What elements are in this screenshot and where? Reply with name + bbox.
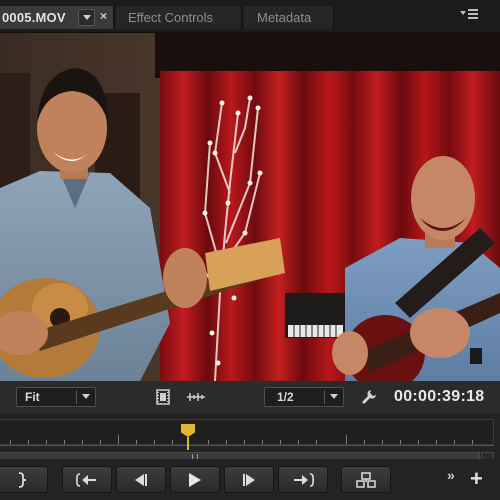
export-frame-button[interactable] xyxy=(341,466,391,493)
zoom-level-value: Fit xyxy=(25,390,40,404)
tab-metadata[interactable]: Metadata xyxy=(244,6,334,29)
video-frame-image xyxy=(0,33,500,381)
step-back-button[interactable] xyxy=(116,466,166,493)
step-forward-button[interactable] xyxy=(224,466,274,493)
tab-effect-controls[interactable]: Effect Controls xyxy=(116,6,242,29)
step-forward-icon xyxy=(243,473,255,486)
step-back-icon xyxy=(135,473,147,486)
mark-out-button[interactable] xyxy=(0,466,48,493)
go-to-in-button[interactable] xyxy=(62,466,112,493)
panel-tab-bar: 0005.MOV × Effect Controls Metadata xyxy=(0,0,500,33)
export-frame-icon xyxy=(356,471,376,488)
playback-resolution-select[interactable]: 1/2 xyxy=(264,387,344,407)
button-editor-add-icon[interactable]: + xyxy=(470,468,483,490)
playhead-timecode[interactable]: 00:00:39:18 xyxy=(394,388,484,406)
zoom-level-select[interactable]: Fit xyxy=(16,387,96,407)
tab-source-label: 0005.MOV xyxy=(2,10,66,25)
video-preview[interactable] xyxy=(0,33,500,381)
time-ruler[interactable] xyxy=(0,419,494,446)
source-dropdown-button[interactable] xyxy=(78,9,95,26)
chevron-down-icon xyxy=(330,394,338,399)
chevron-down-icon xyxy=(82,394,90,399)
source-timeline[interactable] xyxy=(0,413,500,464)
drag-video-film-icon[interactable] xyxy=(155,389,171,405)
play-button[interactable] xyxy=(170,466,220,493)
playhead-line xyxy=(187,437,189,450)
tab-effect-controls-label: Effect Controls xyxy=(128,10,214,25)
playback-resolution-value: 1/2 xyxy=(277,390,294,404)
go-to-out-button[interactable] xyxy=(278,466,328,493)
mark-out-brace-icon xyxy=(18,471,27,488)
play-icon xyxy=(189,472,201,487)
more-buttons-icon[interactable]: » xyxy=(447,467,455,483)
drag-audio-waveform-icon[interactable] xyxy=(187,391,205,403)
tab-source-monitor[interactable]: 0005.MOV × xyxy=(0,6,114,29)
go-to-in-icon xyxy=(76,472,96,487)
panel-menu-icon[interactable] xyxy=(460,9,480,23)
tab-metadata-label: Metadata xyxy=(257,10,312,25)
tab-close-icon[interactable]: × xyxy=(100,9,107,23)
wrench-settings-icon[interactable] xyxy=(360,388,378,406)
transport-controls: » + xyxy=(0,459,500,500)
monitor-controls-bar: Fit 1/2 00:00:39:18 xyxy=(0,381,500,413)
go-to-out-icon xyxy=(294,472,314,487)
